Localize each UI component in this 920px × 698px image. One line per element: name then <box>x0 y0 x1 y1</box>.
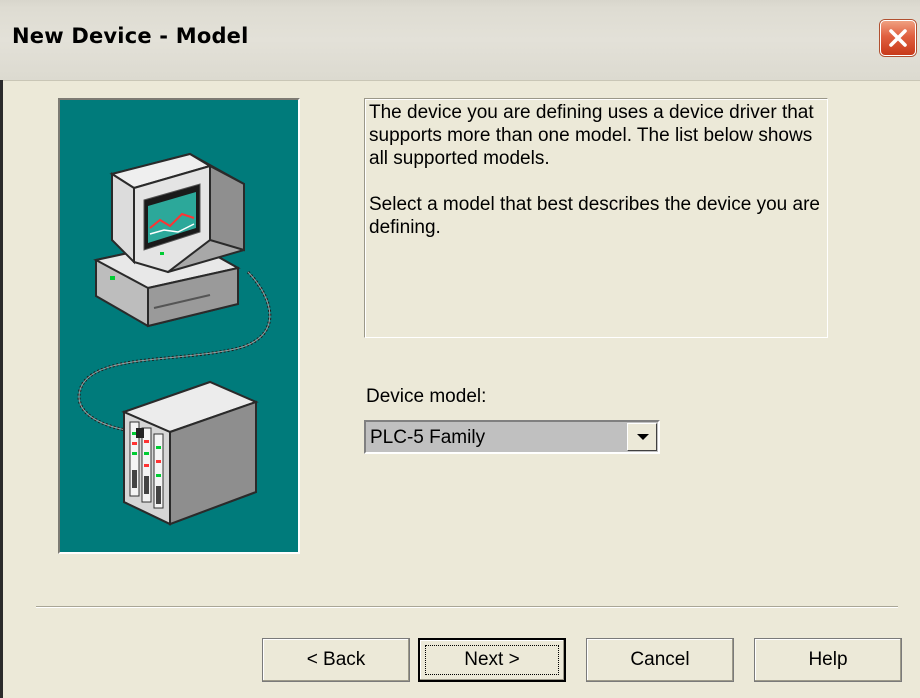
info-box: The device you are defining uses a devic… <box>364 98 828 338</box>
new-device-model-dialog: New Device - Model The device you are de… <box>0 0 920 698</box>
dropdown-arrow-button[interactable] <box>627 423 657 451</box>
info-paragraph: The device you are defining uses a devic… <box>369 102 814 169</box>
title-bar[interactable]: New Device - Model <box>0 0 920 81</box>
back-button[interactable]: < Back <box>262 638 410 682</box>
device-model-label: Device model: <box>366 386 487 407</box>
info-paragraph: Select a model that best describes the d… <box>369 194 820 238</box>
device-illustration-panel <box>58 98 300 554</box>
close-button[interactable] <box>880 20 916 56</box>
info-text: The device you are defining uses a devic… <box>369 101 821 239</box>
next-button[interactable]: Next > <box>418 638 566 682</box>
window-left-border <box>0 80 3 698</box>
separator <box>36 606 898 608</box>
window-title: New Device - Model <box>12 24 249 48</box>
device-model-value: PLC-5 Family <box>370 427 486 448</box>
cancel-button[interactable]: Cancel <box>586 638 734 682</box>
chevron-down-icon <box>637 434 649 440</box>
computer-plc-icon <box>77 152 272 526</box>
device-model-dropdown[interactable]: PLC-5 Family <box>364 420 660 454</box>
close-icon <box>889 29 907 47</box>
help-button[interactable]: Help <box>754 638 902 682</box>
